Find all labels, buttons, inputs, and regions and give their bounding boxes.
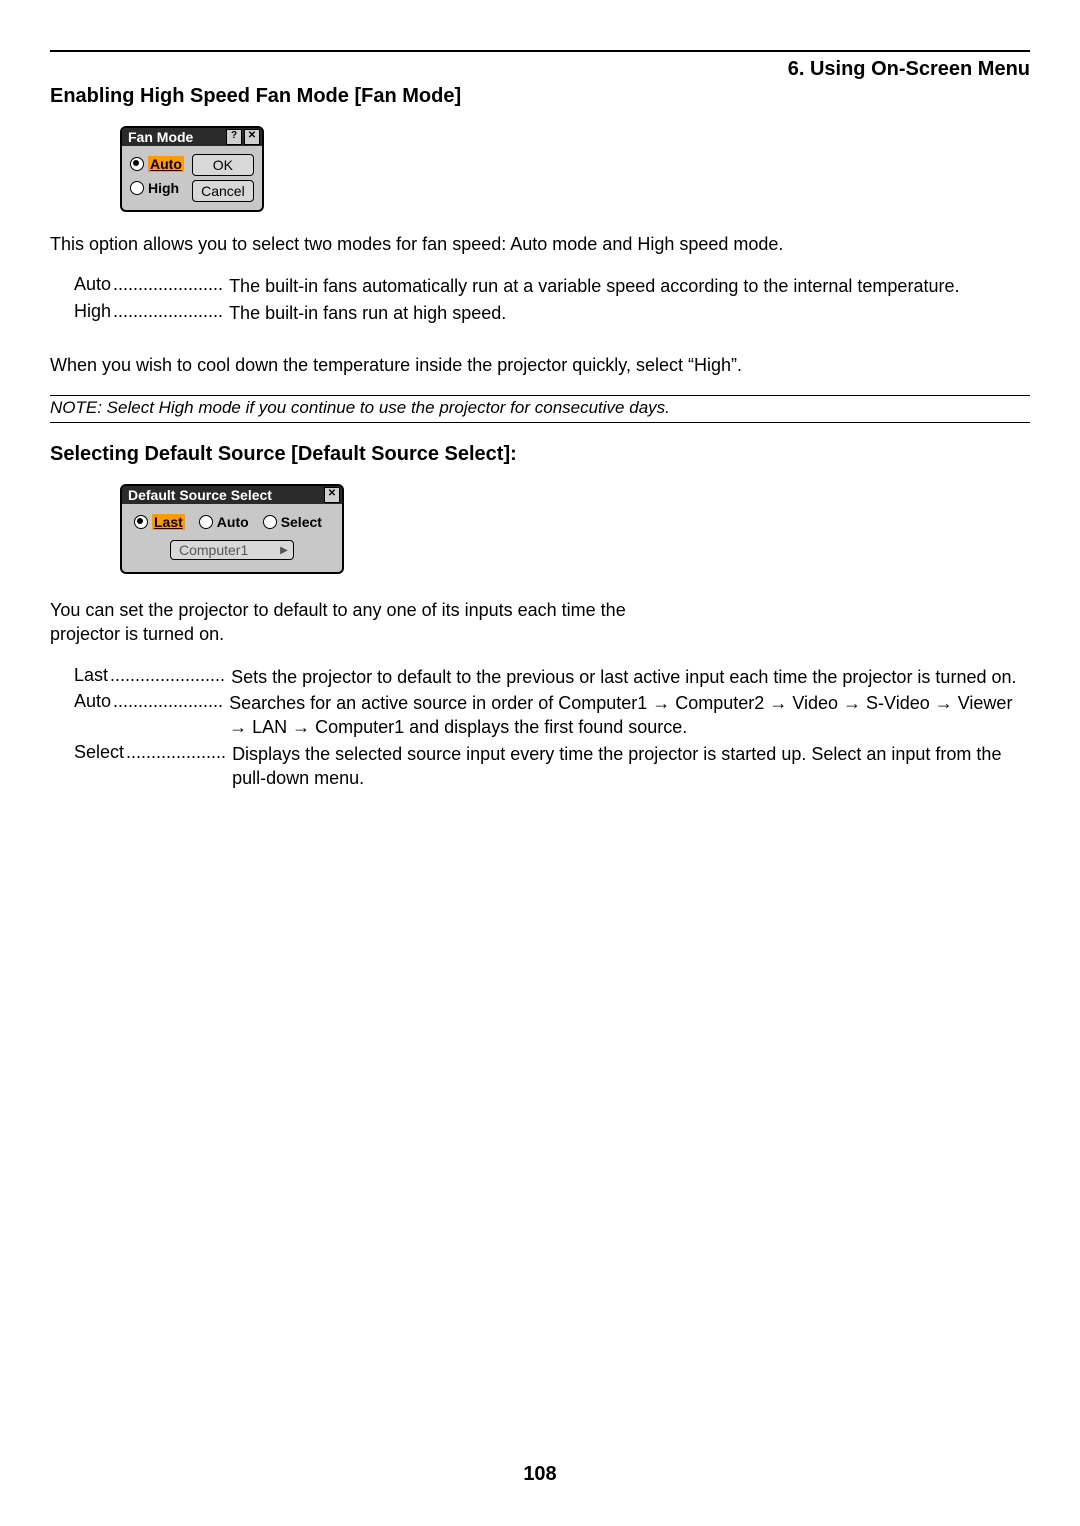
def-desc: The built-in fans run at high speed. [229, 301, 1030, 325]
radio-select[interactable]: Select [263, 514, 322, 530]
fan-mode-intro: This option allows you to select two mod… [50, 232, 1030, 256]
note-rule-top [50, 395, 1030, 396]
radio-auto[interactable]: Auto [130, 156, 184, 172]
close-icon[interactable]: ✕ [244, 129, 260, 145]
radio-auto-label: Auto [148, 156, 184, 172]
def-term: Auto [74, 274, 111, 295]
source-dropdown[interactable]: Computer1 ▶ [170, 540, 294, 560]
def-desc: Sets the projector to default to the pre… [231, 665, 1030, 689]
def-term: Auto [74, 691, 111, 712]
def-dots: ...................... [113, 691, 223, 712]
fan-mode-title: Fan Mode [128, 129, 193, 145]
section-heading-fan-mode: Enabling High Speed Fan Mode [Fan Mode] [50, 85, 1030, 108]
note-rule-bottom [50, 422, 1030, 423]
fan-mode-titlebar: Fan Mode ? ✕ [122, 128, 262, 146]
radio-selected-icon [130, 157, 144, 171]
def-desc: Searches for an active source in order o… [229, 691, 1030, 740]
radio-high-label: High [148, 180, 179, 196]
def-row-last: Last ....................... Sets the pr… [50, 665, 1030, 689]
ok-button[interactable]: OK [192, 154, 254, 176]
def-desc: The built-in fans automatically run at a… [229, 274, 1030, 298]
def-dots: .................... [126, 742, 226, 763]
def-term: Select [74, 742, 124, 763]
def-dots: ....................... [110, 665, 225, 686]
default-source-dialog: Default Source Select ✕ Last Auto [120, 484, 344, 574]
radio-high[interactable]: High [130, 180, 184, 196]
radio-empty-icon [263, 515, 277, 529]
chevron-right-icon: ▶ [279, 544, 289, 556]
def-term: High [74, 301, 111, 322]
def-row-select: Select .................... Displays the… [50, 742, 1030, 791]
radio-auto-src[interactable]: Auto [199, 514, 249, 530]
def-dots: ...................... [113, 301, 223, 322]
def-term: Last [74, 665, 108, 686]
radio-auto-label: Auto [217, 514, 249, 530]
top-rule [50, 50, 1030, 52]
close-icon[interactable]: ✕ [324, 487, 340, 503]
radio-selected-icon [134, 515, 148, 529]
fan-mode-followup: When you wish to cool down the temperatu… [50, 353, 1030, 377]
dropdown-value: Computer1 [179, 542, 248, 558]
fan-mode-note: NOTE: Select High mode if you continue t… [50, 398, 1030, 418]
default-source-title: Default Source Select [128, 487, 272, 503]
default-source-titlebar: Default Source Select ✕ [122, 486, 342, 504]
default-source-intro: You can set the projector to default to … [50, 598, 690, 647]
page-number: 108 [0, 1463, 1080, 1486]
fan-mode-dialog: Fan Mode ? ✕ Auto High [120, 126, 264, 212]
def-row-auto-src: Auto ...................... Searches for… [50, 691, 1030, 740]
section-heading-default-source: Selecting Default Source [Default Source… [50, 443, 1030, 466]
radio-select-label: Select [281, 514, 322, 530]
def-desc: Displays the selected source input every… [232, 742, 1030, 791]
chapter-header: 6. Using On-Screen Menu [50, 58, 1030, 81]
radio-empty-icon [130, 181, 144, 195]
radio-last-label: Last [152, 514, 185, 530]
help-icon[interactable]: ? [226, 129, 242, 145]
radio-empty-icon [199, 515, 213, 529]
def-row-high: High ...................... The built-in… [50, 301, 1030, 325]
cancel-button[interactable]: Cancel [192, 180, 254, 202]
def-row-auto: Auto ...................... The built-in… [50, 274, 1030, 298]
def-dots: ...................... [113, 274, 223, 295]
radio-last[interactable]: Last [134, 514, 185, 530]
